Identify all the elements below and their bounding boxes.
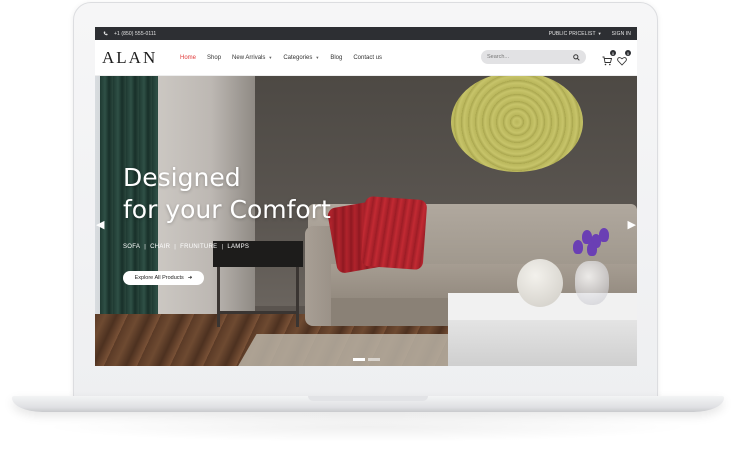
phone-icon	[103, 31, 108, 36]
nav-item-label: Categories	[283, 54, 313, 61]
search-input[interactable]: Search...	[481, 50, 586, 64]
nav-item-label: Home	[180, 54, 197, 61]
search-icon[interactable]	[573, 53, 580, 61]
laptop-notch	[308, 396, 428, 401]
cart-icon	[602, 56, 613, 66]
nav-item-label: New Arrivals	[232, 54, 266, 61]
nav-item-label: Blog	[330, 54, 343, 61]
nav-menu: Home Shop New Arrivals ▼ Categories ▼ Blog…	[180, 55, 382, 61]
slider-next-arrow-icon[interactable]: ▶	[628, 218, 636, 231]
laptop-shadow	[40, 412, 695, 442]
nav-item-blog[interactable]: Blog	[330, 55, 342, 61]
nav-item-label: Shop	[207, 54, 222, 61]
wishlist-button[interactable]: 0	[617, 50, 631, 66]
slider-pagination	[353, 358, 380, 361]
cart-button[interactable]: 0	[602, 50, 616, 66]
nav-item-label: Contact us	[353, 54, 383, 61]
chevron-down-icon: ▼	[597, 30, 602, 36]
hero-image-vase	[517, 259, 563, 307]
slider-dot-2[interactable]	[368, 358, 380, 361]
hero-image-coffee-table-front	[448, 320, 637, 366]
nav-item-shop[interactable]: Shop	[207, 55, 221, 61]
hero-image-pillow	[360, 195, 428, 271]
hero-image-tulips	[569, 226, 615, 262]
chevron-down-icon: ▼	[315, 55, 320, 60]
website-screen: +1 (850) 555-0111 PUBLIC PRICELIST ▼ SIGN…	[95, 27, 637, 366]
hero-heading-line1: Designed	[123, 163, 241, 192]
hero-heading-line2: for your Comfort	[123, 195, 331, 224]
wishlist-count-badge: 0	[625, 50, 631, 56]
slider-dot-1[interactable]	[353, 358, 365, 361]
chevron-down-icon: ▼	[268, 55, 273, 60]
arrow-right-icon: ➜	[187, 275, 193, 281]
heart-icon	[617, 57, 627, 66]
pricelist-label: PUBLIC PRICELIST	[548, 30, 596, 37]
hero-image-wall-art	[451, 76, 583, 172]
separator: |	[144, 244, 147, 250]
hero-category-chair[interactable]: CHAIR	[150, 244, 170, 250]
phone-number[interactable]: +1 (850) 555-0111	[114, 31, 156, 37]
sign-in-link[interactable]: SIGN IN	[612, 31, 631, 37]
pricelist-dropdown[interactable]: PUBLIC PRICELIST ▼	[549, 31, 602, 37]
separator: |	[174, 244, 177, 250]
search-placeholder: Search...	[487, 54, 510, 60]
hero-image-glass-vase	[575, 261, 609, 305]
explore-all-products-button[interactable]: Explore All Products ➜	[123, 271, 204, 285]
cart-count-badge: 0	[610, 50, 616, 56]
hero-image-side-table	[213, 241, 303, 327]
top-utility-bar: +1 (850) 555-0111 PUBLIC PRICELIST ▼ SIGN…	[95, 27, 637, 40]
hero-slider: Designed for your Comfort SOFA | CHAIR |…	[95, 76, 637, 366]
separator: |	[221, 244, 224, 250]
nav-item-contact[interactable]: Contact us	[353, 55, 382, 61]
hero-category-links: SOFA | CHAIR | FRUNITURE | LAMPS	[123, 244, 249, 250]
nav-item-new-arrivals[interactable]: New Arrivals ▼	[232, 55, 272, 61]
hero-category-sofa[interactable]: SOFA	[123, 244, 140, 250]
nav-item-categories[interactable]: Categories ▼	[283, 55, 319, 61]
slider-prev-arrow-icon[interactable]: ◀	[96, 218, 104, 231]
explore-button-label: Explore All Products	[134, 275, 184, 281]
hero-category-lamps[interactable]: LAMPS	[227, 244, 249, 250]
site-logo[interactable]: ALAN	[102, 48, 178, 68]
hero-category-furniture[interactable]: FRUNITURE	[180, 244, 217, 250]
nav-item-home[interactable]: Home	[180, 55, 196, 61]
hero-heading: Designed for your Comfort	[123, 162, 331, 226]
